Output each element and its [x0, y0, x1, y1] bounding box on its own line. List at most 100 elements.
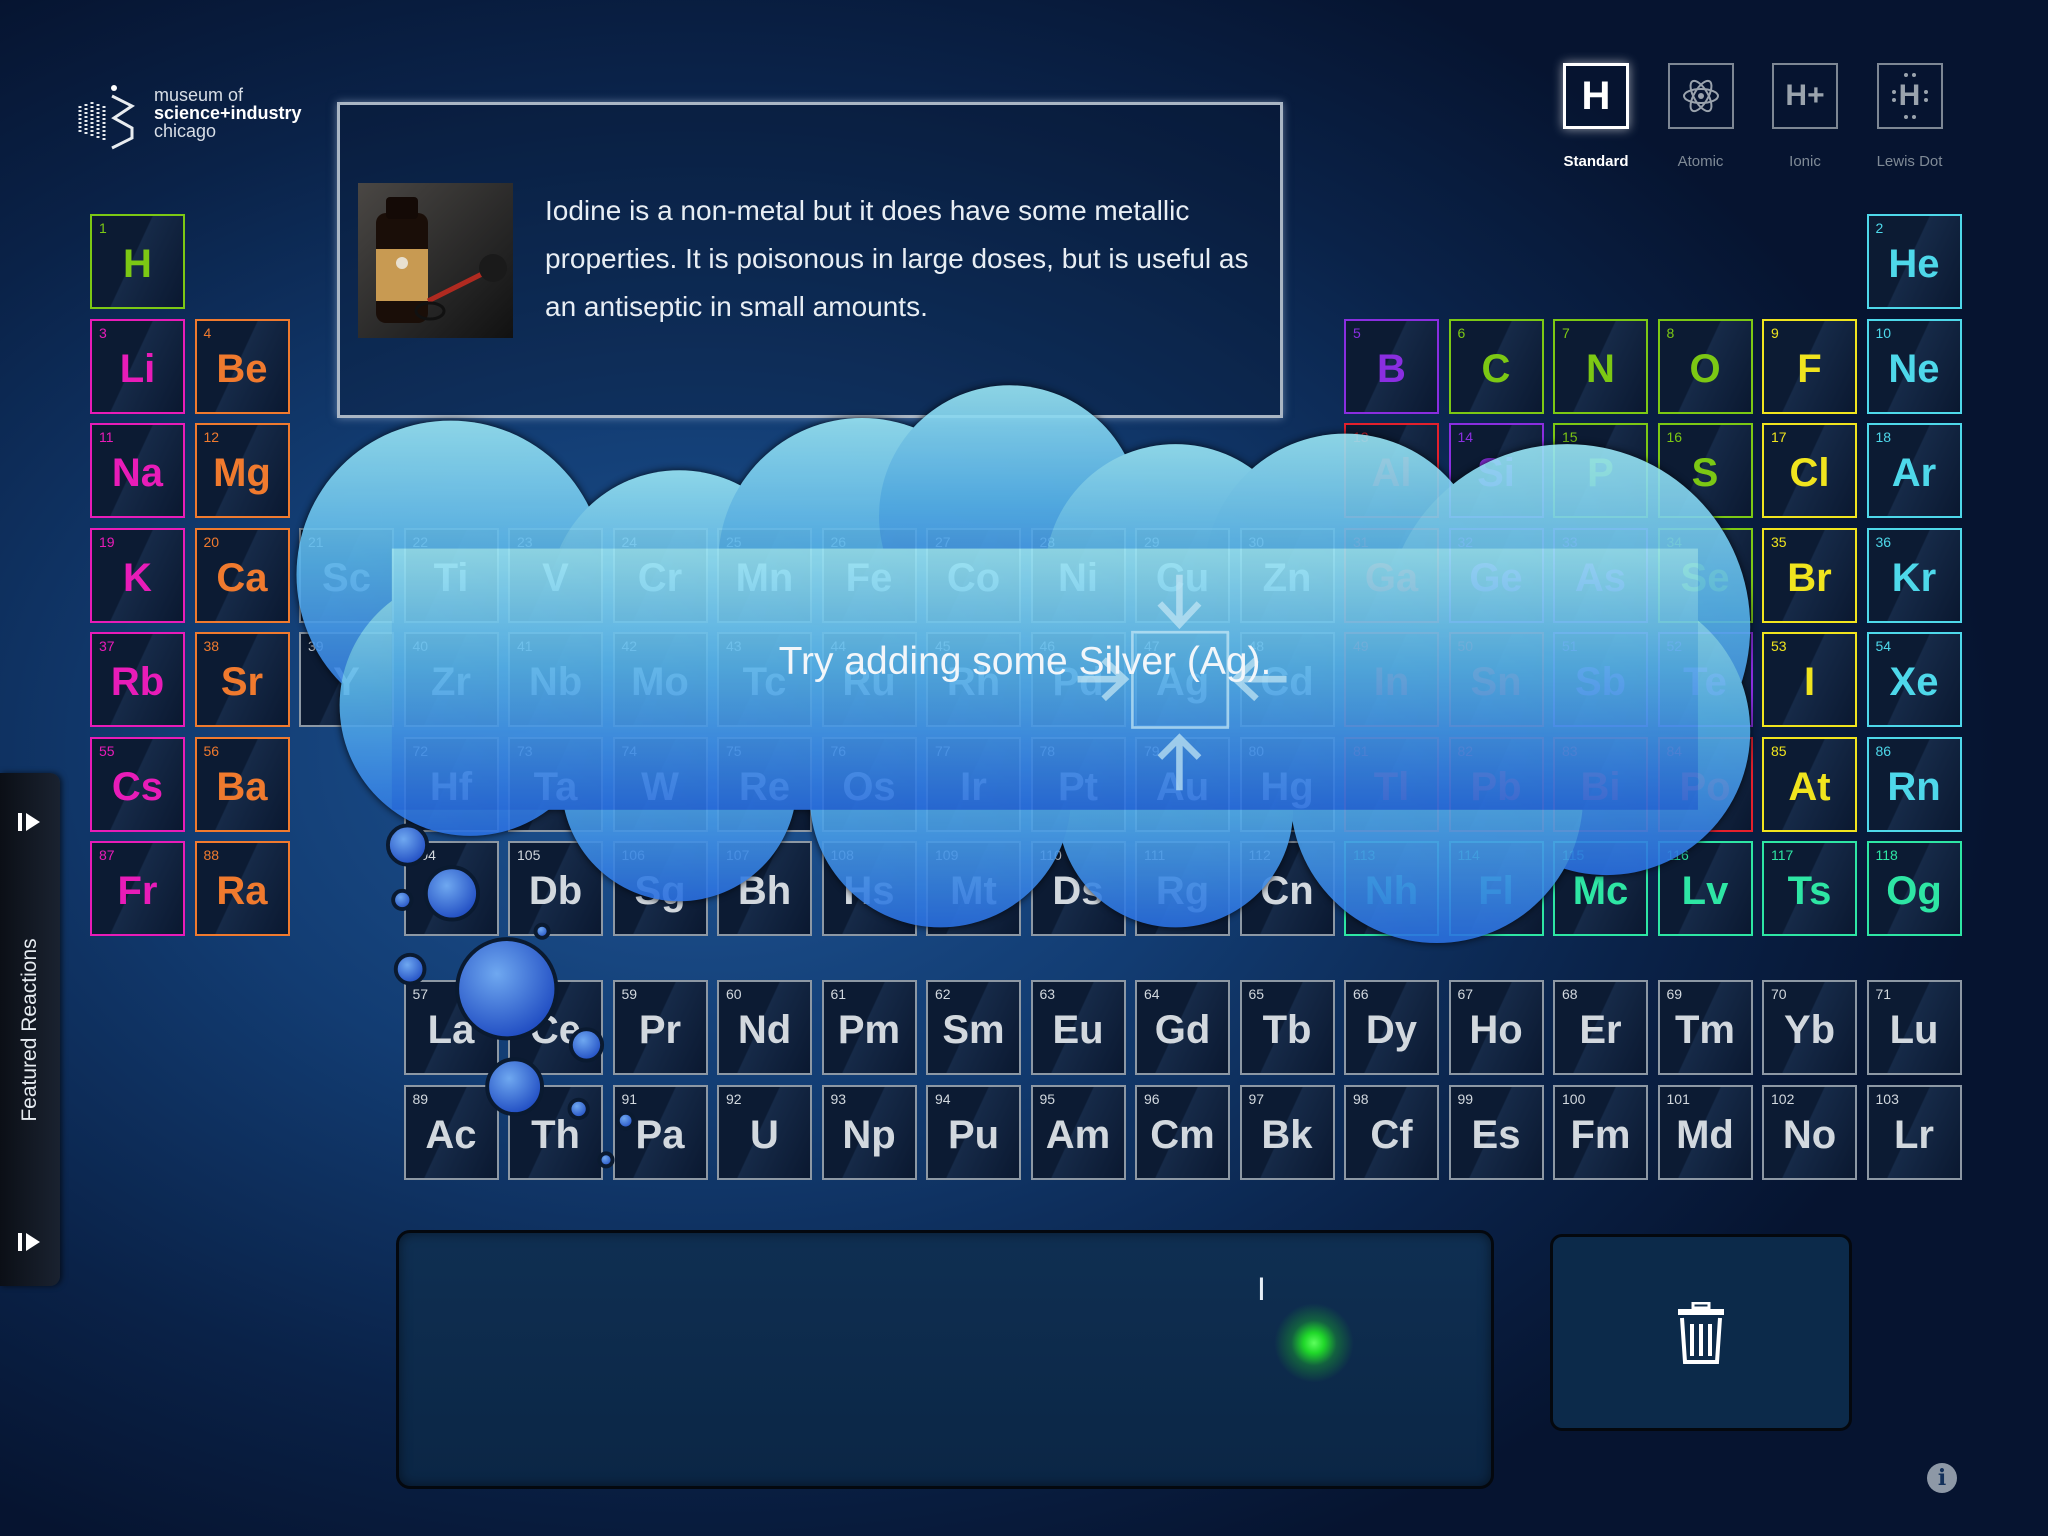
element-u[interactable]: 92 U	[717, 1085, 812, 1180]
element-i[interactable]: 53 I	[1762, 632, 1857, 727]
element-rg[interactable]: 111 Rg	[1135, 841, 1230, 936]
element-fl[interactable]: 114 Fl	[1448, 841, 1544, 936]
element-ti[interactable]: 22 Ti	[403, 527, 499, 623]
element-co[interactable]: 27 Co	[926, 527, 1021, 623]
element-mt[interactable]: 109 Mt	[926, 841, 1021, 936]
element-b[interactable]: 5B	[1344, 318, 1439, 414]
expand-icon[interactable]	[18, 1231, 42, 1253]
element-lv[interactable]: 116 Lv	[1657, 841, 1753, 936]
element-am[interactable]: 95 Am	[1030, 1085, 1126, 1180]
element-lr[interactable]: 103 Lr	[1866, 1085, 1962, 1180]
element-sc[interactable]: 21 Sc	[299, 527, 394, 623]
element-kr[interactable]: 36 Kr	[1866, 527, 1962, 623]
element-ca[interactable]: 20 Ca	[194, 527, 290, 623]
element-es[interactable]: 99 Es	[1448, 1085, 1544, 1180]
element-sm[interactable]: 62 Sm	[926, 980, 1021, 1075]
element-bh[interactable]: 107 Bh	[717, 841, 812, 936]
element-k[interactable]: 19 K	[90, 527, 185, 623]
element-fm[interactable]: 100 Fm	[1553, 1085, 1648, 1180]
element-cn[interactable]: 112 Cn	[1239, 841, 1335, 936]
element-cm[interactable]: 96 Cm	[1135, 1085, 1230, 1180]
element-as[interactable]: 33 As	[1553, 527, 1648, 623]
element-se[interactable]: 34 Se	[1657, 527, 1753, 623]
element-pa[interactable]: 91 Pa	[612, 1085, 708, 1180]
element-ir[interactable]: 77 Ir	[926, 736, 1021, 832]
element-cr[interactable]: 24 Cr	[612, 527, 708, 623]
element-tl[interactable]: 81 Tl	[1344, 736, 1439, 832]
element-os[interactable]: 76 Os	[821, 736, 917, 832]
element-ni[interactable]: 28 Ni	[1030, 527, 1126, 623]
element-gd[interactable]: 64 Gd	[1135, 980, 1230, 1075]
element-eu[interactable]: 63 Eu	[1030, 980, 1126, 1075]
element-nd[interactable]: 60 Nd	[717, 980, 812, 1075]
element-lu[interactable]: 71 Lu	[1866, 980, 1962, 1075]
element-v[interactable]: 23 V	[508, 527, 603, 623]
element-zn[interactable]: 30 Zn	[1239, 527, 1335, 623]
element-np[interactable]: 93 Np	[821, 1085, 917, 1180]
element-cf[interactable]: 98 Cf	[1344, 1085, 1439, 1180]
element-p[interactable]: 15 P	[1553, 423, 1648, 518]
element-fr[interactable]: 87 Fr	[90, 841, 185, 936]
element-au[interactable]: 79 Au	[1135, 736, 1230, 832]
element-pr[interactable]: 59 Pr	[612, 980, 708, 1075]
element-sn[interactable]: 50 Sn	[1448, 632, 1544, 727]
element-ta[interactable]: 73 Ta	[508, 736, 603, 832]
element-po[interactable]: 84 Po	[1657, 736, 1753, 832]
element-er[interactable]: 68 Er	[1553, 980, 1648, 1075]
element-hs[interactable]: 108 Hs	[821, 841, 917, 936]
element-s[interactable]: 16 S	[1657, 423, 1753, 518]
element-cl[interactable]: 17 Cl	[1762, 423, 1857, 518]
element-he[interactable]: 2 He	[1866, 214, 1962, 309]
trash-button[interactable]	[1550, 1234, 1852, 1431]
element-ac[interactable]: 89 Ac	[403, 1085, 499, 1180]
element-sg[interactable]: 106 Sg	[612, 841, 708, 936]
element-ho[interactable]: 67 Ho	[1448, 980, 1544, 1075]
element-ds[interactable]: 110 Ds	[1030, 841, 1126, 936]
element-re[interactable]: 75 Re	[717, 736, 812, 832]
element-cs[interactable]: 55 Cs	[90, 736, 185, 832]
info-icon[interactable]: i	[1927, 1463, 1957, 1493]
element-nb[interactable]: 41 Nb	[508, 632, 603, 727]
element-rf[interactable]: 104 Rf	[403, 841, 499, 936]
element-c[interactable]: 6C	[1448, 318, 1544, 414]
element-ra[interactable]: 88 Ra	[194, 841, 290, 936]
element-be[interactable]: 4 Be	[194, 318, 290, 414]
element-pm[interactable]: 61 Pm	[821, 980, 917, 1075]
element-at[interactable]: 85 At	[1762, 736, 1857, 832]
element-mc[interactable]: 115 Mc	[1553, 841, 1648, 936]
reaction-drop-zone[interactable]: I	[396, 1230, 1494, 1489]
element-mn[interactable]: 25 Mn	[717, 527, 812, 623]
element-h[interactable]: 1H	[90, 214, 185, 309]
featured-reactions-tab[interactable]: Featured Reactions	[0, 773, 60, 1286]
element-f[interactable]: 9F	[1762, 318, 1857, 414]
element-bi[interactable]: 83 Bi	[1553, 736, 1648, 832]
element-og[interactable]: 118 Og	[1866, 841, 1962, 936]
element-cu[interactable]: 29 Cu	[1135, 527, 1230, 623]
element-xe[interactable]: 54 Xe	[1866, 632, 1962, 727]
element-ba[interactable]: 56 Ba	[194, 736, 290, 832]
element-no[interactable]: 102 No	[1762, 1085, 1857, 1180]
element-ne[interactable]: 10 Ne	[1866, 318, 1962, 414]
element-tm[interactable]: 69 Tm	[1657, 980, 1753, 1075]
element-pu[interactable]: 94 Pu	[926, 1085, 1021, 1180]
element-rn[interactable]: 86 Rn	[1866, 736, 1962, 832]
element-la[interactable]: 57 La	[403, 980, 499, 1075]
element-sb[interactable]: 51 Sb	[1553, 632, 1648, 727]
element-na[interactable]: 11 Na	[90, 423, 185, 518]
mode-button-atomic[interactable]	[1667, 63, 1734, 129]
expand-icon[interactable]	[18, 811, 42, 833]
element-nh[interactable]: 113 Nh	[1344, 841, 1439, 936]
element-ts[interactable]: 117 Ts	[1762, 841, 1857, 936]
element-ar[interactable]: 18 Ar	[1866, 423, 1962, 518]
element-hg[interactable]: 80 Hg	[1239, 736, 1335, 832]
element-tb[interactable]: 65 Tb	[1239, 980, 1335, 1075]
element-rb[interactable]: 37 Rb	[90, 632, 185, 727]
element-fe[interactable]: 26 Fe	[821, 527, 917, 623]
element-ga[interactable]: 31 Ga	[1344, 527, 1439, 623]
element-si[interactable]: 14 Si	[1448, 423, 1544, 518]
element-zr[interactable]: 40 Zr	[403, 632, 499, 727]
element-li[interactable]: 3 Li	[90, 318, 185, 414]
element-sr[interactable]: 38 Sr	[194, 632, 290, 727]
element-mg[interactable]: 12 Mg	[194, 423, 290, 518]
element-bk[interactable]: 97 Bk	[1239, 1085, 1335, 1180]
